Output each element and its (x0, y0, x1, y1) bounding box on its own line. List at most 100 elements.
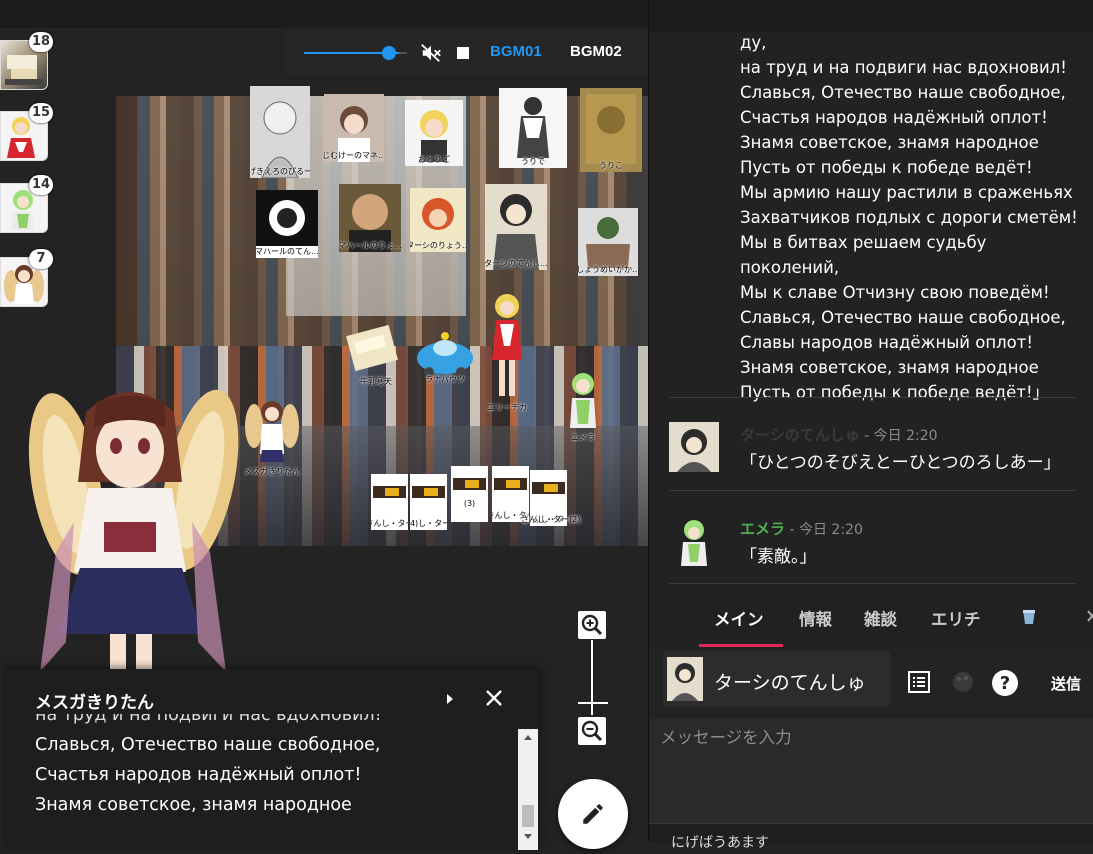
zoom-out-button[interactable] (578, 717, 606, 745)
piece-label: うりこ (599, 161, 623, 170)
volume-slider-rest[interactable] (399, 52, 407, 54)
stage-piece[interactable]: うりこ (580, 88, 642, 172)
svg-text:?: ? (1000, 673, 1010, 694)
chat-tabs: メイン 情報 雑談 エリチ (649, 588, 1093, 648)
panel-line: на труд и на подвиги нас вдохновил! (35, 714, 382, 725)
stage-piece[interactable]: マハールのてん… (256, 190, 318, 258)
zoom-in-icon (581, 614, 603, 636)
pencil-icon (583, 804, 603, 824)
verse-line: Счастья народов надёжный оплот! (740, 108, 1048, 127)
inventory-count-badge: 14 (29, 175, 53, 195)
stage-piece[interactable]: (4)し・ター (410, 474, 447, 530)
close-icon[interactable] (484, 688, 504, 708)
piece-label: エリーチカ (487, 403, 527, 412)
stage-piece[interactable]: ラナパウツ (414, 332, 476, 386)
list-icon[interactable] (907, 670, 931, 694)
message-input[interactable]: メッセージを入力 (649, 719, 1093, 829)
stop-icon[interactable] (457, 47, 469, 59)
stage-piece[interactable]: ターシのりょう… (410, 188, 466, 252)
piece-label: さんし・ター(2) (521, 515, 581, 524)
top-bar (0, 0, 648, 28)
chat-sidebar: ду, на труд и на подвиги нас вдохновил! … (648, 0, 1093, 851)
verse-line: Мы в битвах решаем судьбу поколений, (740, 233, 987, 277)
character-selector[interactable]: ターシのてんしゅ (663, 651, 890, 707)
piece-label: さんし・ター (371, 519, 408, 528)
inventory-count-badge: 18 (29, 32, 53, 52)
stage-piece[interactable]: しょうめいがか… (578, 208, 638, 276)
stage-piece[interactable]: エメラ (560, 368, 606, 444)
panel-scrollbar[interactable] (518, 729, 538, 850)
palette-icon[interactable] (951, 670, 975, 694)
scroll-up-icon[interactable] (523, 733, 533, 741)
tab-main[interactable]: メイン (714, 606, 764, 630)
stage-piece[interactable]: エリーチカ (482, 290, 532, 414)
chat-input-bar: ターシのてんしゅ ? 送信 (649, 648, 1093, 720)
card-icon (453, 478, 486, 490)
tab-chat[interactable]: 雑談 (864, 606, 897, 630)
message-text: 「素敵。」 (740, 547, 817, 567)
tab-erichi[interactable]: エリチ (931, 606, 981, 630)
bgm02-button[interactable]: BGM02 (570, 43, 622, 60)
close-icon[interactable] (1087, 610, 1093, 622)
message-verse: ду, на труд и на подвиги нас вдохновил! … (740, 30, 1090, 405)
verse-line: Мы к славе Отчизну свою поведём! (740, 283, 1050, 302)
piece-label: メスガきりたん (244, 467, 300, 476)
stage-piece[interactable]: げきえろのぴるー (250, 86, 310, 178)
piece-label: おとりご (418, 155, 450, 164)
stage-piece[interactable]: さんし・ター (371, 474, 408, 530)
verse-line: Захватчиков подлых с дороги сметём! (740, 208, 1078, 227)
portrait-icon (261, 101, 299, 178)
scroll-down-icon[interactable] (523, 833, 533, 841)
zoom-slider-handle[interactable] (578, 702, 608, 704)
verse-line: Знамя советское, знамя народное (740, 358, 1039, 377)
zoom-in-button[interactable] (578, 611, 606, 639)
stage-piece[interactable]: ターシのてんし… (485, 184, 547, 270)
stage-piece[interactable]: メスガきりたん (240, 392, 304, 478)
stage-piece[interactable]: おとりご (405, 100, 463, 166)
bottom-status-text: にげばうあます (671, 835, 769, 851)
help-icon[interactable]: ? (991, 669, 1019, 697)
play-icon[interactable] (443, 691, 457, 707)
audio-controls: BGM01 BGM02 (285, 30, 648, 76)
panel-line: Славься, Отечество наше свободное, (35, 735, 381, 755)
avatar-portrait-icon (681, 520, 707, 566)
piece-label: うりで (521, 157, 545, 166)
stage-piece[interactable]: じむけーのマネ… (324, 94, 384, 162)
panel-scroll-thumb[interactable] (522, 805, 534, 827)
bgm01-button[interactable]: BGM01 (490, 43, 542, 60)
send-button[interactable]: 送信 (1051, 673, 1081, 694)
tab-info[interactable]: 情報 (799, 606, 832, 630)
piece-label: ターシのりょう… (410, 241, 466, 250)
verse-line: Славься, Отечество наше свободное, (740, 308, 1066, 327)
active-tab-indicator (699, 644, 783, 647)
chat-log[interactable]: ду, на труд и на подвиги нас вдохновил! … (649, 0, 1093, 588)
cup-icon[interactable] (1021, 608, 1037, 626)
bottom-bar: にげばうあます (649, 823, 1093, 851)
avatar (669, 516, 719, 566)
piece-label: (4)し・ター (410, 519, 447, 528)
piece-label: げきえろのぴるー (250, 167, 310, 176)
edit-fab-button[interactable] (558, 779, 628, 849)
verse-line: Славься, Отечество наше свободное, (740, 83, 1066, 102)
stage-piece[interactable]: うりで (499, 88, 567, 168)
message-time: - 今日 2:20 (859, 428, 938, 444)
selected-character-name: ターシのてんしゅ (714, 672, 866, 694)
piece-label: エメラ (571, 433, 595, 442)
message-divider (669, 490, 1077, 491)
piece-label: ラナパウツ (425, 375, 465, 384)
piece-label: ターシのてんし… (485, 259, 547, 268)
volume-slider-knob[interactable] (382, 46, 396, 60)
piece-label: マハールのてん… (256, 247, 318, 256)
avatar-portrait-icon (672, 663, 698, 701)
panel-line: Счастья народов надёжный оплот! (35, 765, 362, 785)
stage-piece[interactable]: 牛乳寒天 (346, 322, 406, 388)
panel-text: на труд и на подвиги нас вдохновил! Слав… (35, 714, 505, 854)
inventory-count-badge: 15 (29, 103, 53, 123)
mute-icon[interactable] (420, 42, 442, 64)
character-standing-illustration (28, 389, 239, 672)
verse-line: на труд и на подвиги нас вдохновил! (740, 58, 1067, 77)
stage-piece[interactable]: マハールのりょ… (339, 184, 401, 252)
panel-line: Знамя советское, знамя народное (35, 795, 352, 815)
stage-piece[interactable]: (3) (451, 466, 488, 522)
verse-line: Славы народов надёжный оплот! (740, 333, 1033, 352)
